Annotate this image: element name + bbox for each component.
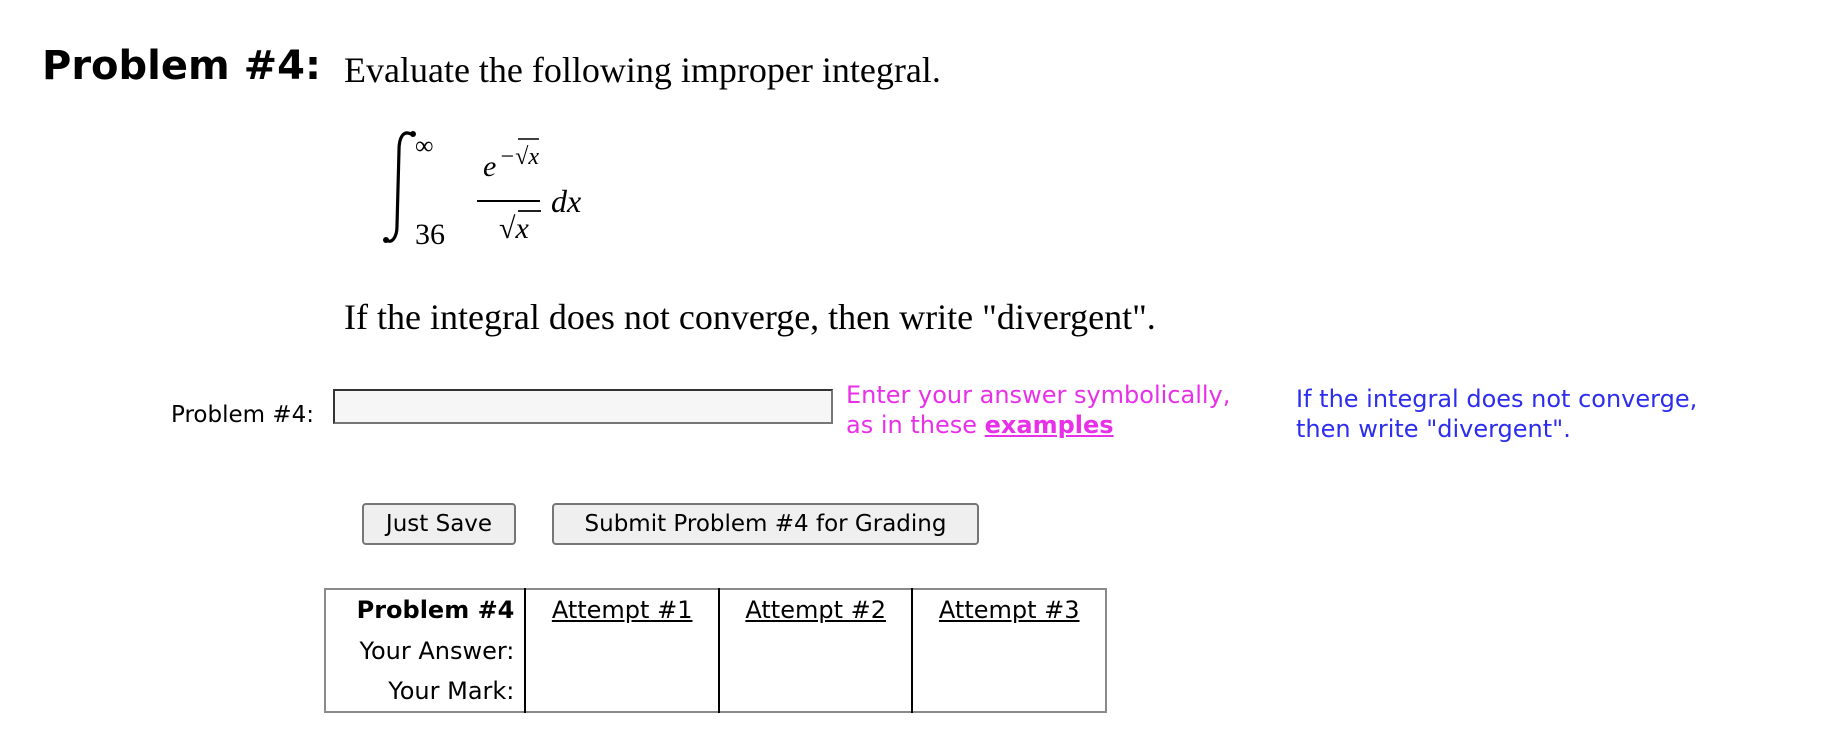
denominator: √x [499, 212, 529, 245]
attempts-table: Problem #4 Attempt #1 Attempt #2 Attempt… [324, 588, 1107, 713]
divergence-instruction: If the integral does not converge, then … [344, 297, 1156, 337]
mark-cell-3 [912, 671, 1106, 712]
attempts-header-row: Problem #4 Attempt #1 Attempt #2 Attempt… [325, 589, 1106, 630]
numerator-base: e [483, 150, 496, 183]
mark-cell-1 [525, 671, 720, 712]
answer-cell-2 [718, 630, 914, 671]
your-answer-row: Your Answer: [325, 630, 1106, 671]
just-save-button[interactable]: Just Save [362, 503, 516, 545]
divergent-note-line2: then write "divergent". [1296, 415, 1571, 443]
divergent-note-line1: If the integral does not converge, [1296, 385, 1698, 413]
symbolic-hint-line2: as in these [846, 411, 985, 439]
upper-limit: ∞ [415, 131, 434, 160]
attempt-1-link[interactable]: Attempt #1 [552, 596, 693, 624]
your-answer-label: Your Answer: [325, 630, 527, 671]
attempt-2-link[interactable]: Attempt #2 [745, 596, 886, 624]
integral-sign-icon [385, 131, 413, 243]
answer-cell-3 [912, 630, 1106, 671]
numerator-exponent: −√x [499, 144, 539, 170]
problem-column-header: Problem #4 [325, 589, 527, 630]
problem-heading: Problem #4: [42, 43, 321, 89]
examples-link[interactable]: examples [985, 411, 1114, 439]
answer-cell-1 [525, 630, 720, 671]
your-mark-row: Your Mark: [325, 671, 1106, 712]
answer-input[interactable] [333, 389, 833, 424]
problem-statement: Evaluate the following improper integral… [344, 50, 941, 90]
answer-label: Problem #4: [171, 402, 314, 428]
differential: dx [551, 183, 581, 219]
integral-expression: ∞ 36 e −√x √x dx [383, 128, 595, 251]
your-mark-label: Your Mark: [325, 671, 527, 712]
submit-grading-button[interactable]: Submit Problem #4 for Grading [552, 503, 979, 545]
symbolic-hint: Enter your answer symbolically, as in th… [846, 380, 1230, 440]
attempt-3-link[interactable]: Attempt #3 [939, 596, 1080, 624]
lower-limit: 36 [415, 218, 445, 251]
divergent-note: If the integral does not converge, then … [1296, 384, 1697, 444]
symbolic-hint-line1: Enter your answer symbolically, [846, 381, 1231, 409]
mark-cell-2 [718, 671, 914, 712]
